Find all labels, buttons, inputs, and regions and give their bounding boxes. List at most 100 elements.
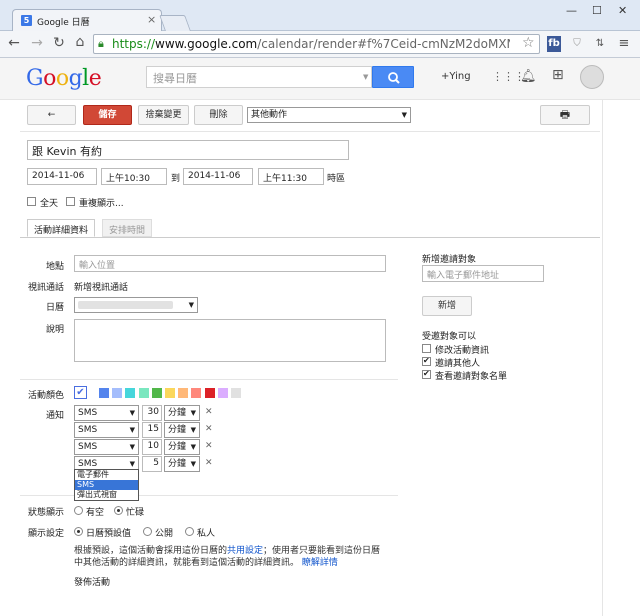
see-guest-list-checkbox[interactable] <box>422 369 431 379</box>
status-busy-radio[interactable] <box>114 506 123 515</box>
search-options-chevron-icon[interactable]: ▼ <box>363 73 368 81</box>
reminder-method-dropdown[interactable]: 電子郵件 SMS 彈出式視窗 <box>74 469 139 501</box>
print-button[interactable]: 🖶 <box>540 105 590 125</box>
user-name-link[interactable]: +Ying <box>441 71 471 82</box>
color-swatch[interactable] <box>191 388 202 398</box>
share-plus-icon[interactable]: ⊞ <box>552 67 564 83</box>
reminder-method-select[interactable]: SMS ▼ <box>74 439 139 455</box>
visibility-public-radio[interactable] <box>143 527 152 536</box>
reminder-unit-select[interactable]: 分鐘 ▼ <box>164 456 200 472</box>
color-swatch[interactable] <box>112 388 123 398</box>
remove-reminder-icon[interactable]: ✕ <box>205 458 213 468</box>
invite-others-checkbox[interactable] <box>422 356 431 366</box>
search-input[interactable]: 搜尋日曆 <box>146 66 372 88</box>
notifications-bell-icon[interactable]: 🔔︎ <box>520 69 537 84</box>
reminder-value-input[interactable]: 10 <box>142 439 162 455</box>
chrome-menu-icon[interactable]: ≡ <box>617 36 631 52</box>
option-email[interactable]: 電子郵件 <box>75 470 138 480</box>
publish-event-link[interactable]: 發佈活動 <box>74 575 110 588</box>
color-swatch[interactable] <box>178 388 189 398</box>
logo-letter: o <box>55 66 69 91</box>
maximize-icon[interactable]: ☐ <box>592 4 602 17</box>
back-button[interactable]: ← <box>27 105 76 125</box>
visibility-default-radio[interactable] <box>74 527 83 536</box>
location-input[interactable]: 輸入位置 <box>74 255 386 272</box>
event-title-input[interactable]: 跟 Kevin 有約 <box>27 140 349 160</box>
reminder-unit-select[interactable]: 分鐘 ▼ <box>164 405 200 421</box>
calendar-select[interactable]: ▼ <box>74 297 198 313</box>
allday-checkbox[interactable] <box>27 197 36 206</box>
browser-tab[interactable]: 5 Google 日曆 × <box>12 9 162 32</box>
color-swatch[interactable] <box>204 388 215 398</box>
end-date-input[interactable]: 2014-11-06 <box>183 168 253 185</box>
google-logo[interactable]: Google <box>26 66 102 91</box>
chevron-down-icon: ▼ <box>129 443 135 451</box>
color-swatch[interactable] <box>165 388 175 398</box>
avatar[interactable] <box>580 65 604 89</box>
color-swatch[interactable] <box>217 388 228 398</box>
guest-email-input[interactable]: 輸入電子郵件地址 <box>422 265 544 282</box>
home-icon[interactable]: ⌂ <box>72 34 88 50</box>
reminder-value-input[interactable]: 30 <box>142 405 162 421</box>
option-sms[interactable]: SMS <box>75 480 138 490</box>
status-free-radio[interactable] <box>74 506 83 515</box>
chevron-down-icon: ▼ <box>190 409 196 417</box>
tab-find-time[interactable]: 安排時間 <box>102 219 153 237</box>
color-swatch[interactable] <box>99 388 109 398</box>
reminder-method-select[interactable]: SMS ▼ <box>74 422 139 438</box>
remove-reminder-icon[interactable]: ✕ <box>205 407 213 417</box>
tab-event-details[interactable]: 活動詳細資料 <box>27 219 96 237</box>
delete-button[interactable]: 刪除 <box>194 105 243 125</box>
to-label: 到 <box>171 174 181 184</box>
default-color-checked-icon[interactable]: ✔ <box>74 386 87 399</box>
modify-event-label: 修改活動資訊 <box>435 346 490 356</box>
notification-label: 通知 <box>45 411 64 421</box>
description-textarea[interactable] <box>74 319 386 362</box>
forward-arrow-icon[interactable]: → <box>29 35 45 51</box>
more-actions-select[interactable]: 其他動作 ▼ <box>247 107 411 123</box>
bookmark-star-icon[interactable]: ☆ <box>522 35 535 51</box>
reminder-value-input[interactable]: 5 <box>142 456 162 472</box>
option-popup[interactable]: 彈出式視窗 <box>75 490 138 500</box>
minimize-icon[interactable]: — <box>566 4 577 17</box>
discard-changes-button[interactable]: 捨棄變更 <box>138 105 189 125</box>
start-date-input[interactable]: 2014-11-06 <box>27 168 97 185</box>
allday-label: 全天 <box>40 199 59 209</box>
reload-icon[interactable]: ↻ <box>51 35 67 51</box>
visibility-note: 根據預設，這個活動會採用這份日曆的共用設定；使用者只要能看到這份日曆中其他活動的… <box>74 546 381 568</box>
chevron-down-icon: ▼ <box>190 426 196 434</box>
add-video-call-link[interactable]: 新增視訊通話 <box>74 280 128 293</box>
color-swatch[interactable] <box>138 388 149 398</box>
color-swatch[interactable] <box>151 388 162 398</box>
sharing-settings-link[interactable]: 共用設定 <box>227 546 263 556</box>
add-guest-button[interactable]: 新增 <box>422 296 472 316</box>
address-bar[interactable]: 🔒︎ https://www.google.com/calendar/rende… <box>93 34 540 54</box>
timezone-link[interactable]: 時區 <box>327 171 345 184</box>
translate-extension-icon[interactable]: ⇅ <box>593 36 607 52</box>
save-button[interactable]: 儲存 <box>83 105 132 125</box>
learn-more-link[interactable]: 瞭解詳情 <box>302 558 338 568</box>
reminder-unit-select[interactable]: 分鐘 ▼ <box>164 439 200 455</box>
tab-close-icon[interactable]: × <box>147 13 156 26</box>
invite-others-label: 邀請其他人 <box>435 359 481 369</box>
modify-event-checkbox[interactable] <box>422 344 431 353</box>
end-time-input[interactable]: 上午11:30 <box>258 168 324 185</box>
see-guest-list-label: 查看邀請對象名單 <box>435 372 508 382</box>
remove-reminder-icon[interactable]: ✕ <box>205 424 213 434</box>
remove-reminder-icon[interactable]: ✕ <box>205 441 213 451</box>
visibility-default-label: 日曆預設值 <box>86 529 132 539</box>
start-time-input[interactable]: 上午10:30 <box>101 168 167 185</box>
search-button[interactable] <box>372 66 414 88</box>
facebook-extension-icon[interactable]: fb <box>547 36 561 52</box>
reminder-unit-select[interactable]: 分鐘 ▼ <box>164 422 200 438</box>
color-swatch[interactable] <box>125 388 136 398</box>
repeat-checkbox[interactable] <box>66 197 75 206</box>
new-tab-button[interactable] <box>159 15 191 31</box>
reminder-method-select[interactable]: SMS ▼ <box>74 405 139 421</box>
reminder-value-input[interactable]: 15 <box>142 422 162 438</box>
back-arrow-icon[interactable]: ← <box>6 35 22 51</box>
shield-extension-icon[interactable]: ⛉ <box>570 36 584 52</box>
close-window-icon[interactable]: ✕ <box>618 4 627 17</box>
color-swatch[interactable] <box>231 388 241 398</box>
visibility-private-radio[interactable] <box>185 527 194 536</box>
